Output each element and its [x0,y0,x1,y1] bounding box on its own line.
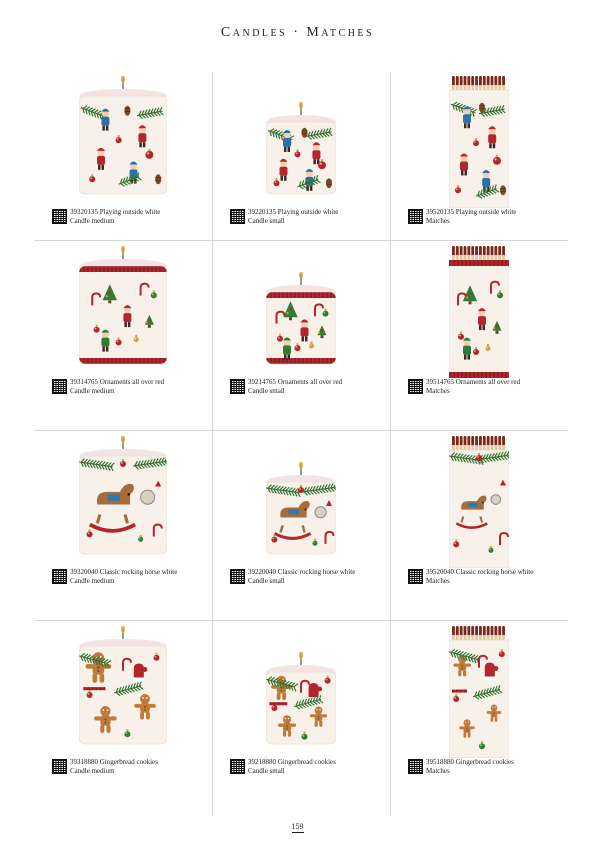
product-cell: 39220040 Classic rocking horse white Cand… [212,432,390,618]
qr-code-icon [52,209,67,224]
product-cell: 39518880 Gingerbread cookies Matches [390,622,568,808]
product-cell: 39214765 Ornaments all over red Candle sm… [212,242,390,428]
product-type: Candle medium [70,577,115,585]
candle-image [34,242,212,378]
candle-image [212,72,390,208]
product-code: 39314765 Ornaments all over red [70,378,165,386]
product-code: 39214765 Ornaments all over red [248,378,343,386]
qr-code-icon [408,209,423,224]
product-caption: 39320040 Classic rocking horse white Cand… [52,568,210,586]
product-type: Candle small [248,767,285,775]
product-cell: 39514765 Ornaments all over red Matches [390,242,568,428]
product-type: Candle small [248,217,285,225]
product-cell: 39218880 Gingerbread cookies Candle small [212,622,390,808]
product-cell: 39320135 Playing outside white Candle med… [34,72,212,258]
product-type: Candle medium [70,387,115,395]
product-caption: 39220135 Playing outside white Candle sma… [230,208,388,226]
product-code: 39320135 Playing outside white [70,208,161,216]
qr-code-icon [52,759,67,774]
qr-code-icon [408,759,423,774]
qr-code-icon [408,569,423,584]
product-caption: 39520040 Classic rocking horse white Matc… [408,568,566,586]
product-cell: 39314765 Ornaments all over red Candle me… [34,242,212,428]
product-type: Candle medium [70,217,115,225]
page-title: Candles · Matches [220,25,375,40]
product-cell: 39520135 Playing outside white Matches [390,72,568,258]
product-type: Matches [426,217,450,225]
product-caption: 39514765 Ornaments all over red Matches [408,378,566,396]
product-cell: 39318880 Gingerbread cookies Candle mediu… [34,622,212,808]
product-caption: 39214765 Ornaments all over red Candle sm… [230,378,388,396]
product-type: Matches [426,767,450,775]
page-number: 159 [291,822,304,833]
candle-image [212,622,390,758]
qr-code-icon [52,569,67,584]
qr-code-icon [230,569,245,584]
qr-code-icon [230,759,245,774]
product-code: 39220040 Classic rocking horse white [248,568,356,576]
qr-code-icon [230,379,245,394]
product-code: 39518880 Gingerbread cookies [426,758,514,766]
product-type: Candle small [248,577,285,585]
product-code: 39320040 Classic rocking horse white [70,568,178,576]
matchbox-image [390,622,568,758]
product-caption: 39320135 Playing outside white Candle med… [52,208,210,226]
product-code: 39318880 Gingerbread cookies [70,758,158,766]
product-caption: 39518880 Gingerbread cookies Matches [408,758,566,776]
product-cell: 39520040 Classic rocking horse white Matc… [390,432,568,618]
qr-code-icon [230,209,245,224]
product-caption: 39520135 Playing outside white Matches [408,208,566,226]
product-type: Candle medium [70,767,115,775]
product-code: 39520040 Classic rocking horse white [426,568,534,576]
product-code: 39220135 Playing outside white [248,208,339,216]
product-caption: 39314765 Ornaments all over red Candle me… [52,378,210,396]
matchbox-image [390,242,568,378]
product-type: Candle small [248,387,285,395]
product-cell: 39320040 Classic rocking horse white Cand… [34,432,212,618]
matchbox-image [390,72,568,208]
product-type: Matches [426,387,450,395]
candle-image [34,432,212,568]
qr-code-icon [408,379,423,394]
row-divider [34,620,568,621]
product-grid: 39320135 Playing outside white Candle med… [34,72,568,816]
product-code: 39520135 Playing outside white [426,208,517,216]
product-code: 39514765 Ornaments all over red [426,378,521,386]
matchbox-image [390,432,568,568]
candle-image [34,622,212,758]
candle-image [212,432,390,568]
candle-image [212,242,390,378]
qr-code-icon [52,379,67,394]
product-caption: 39318880 Gingerbread cookies Candle mediu… [52,758,210,776]
candle-image [34,72,212,208]
product-caption: 39220040 Classic rocking horse white Cand… [230,568,388,586]
product-code: 39218880 Gingerbread cookies [248,758,336,766]
product-type: Matches [426,577,450,585]
product-cell: 39220135 Playing outside white Candle sma… [212,72,390,258]
row-divider [34,430,568,431]
product-caption: 39218880 Gingerbread cookies Candle small [230,758,388,776]
